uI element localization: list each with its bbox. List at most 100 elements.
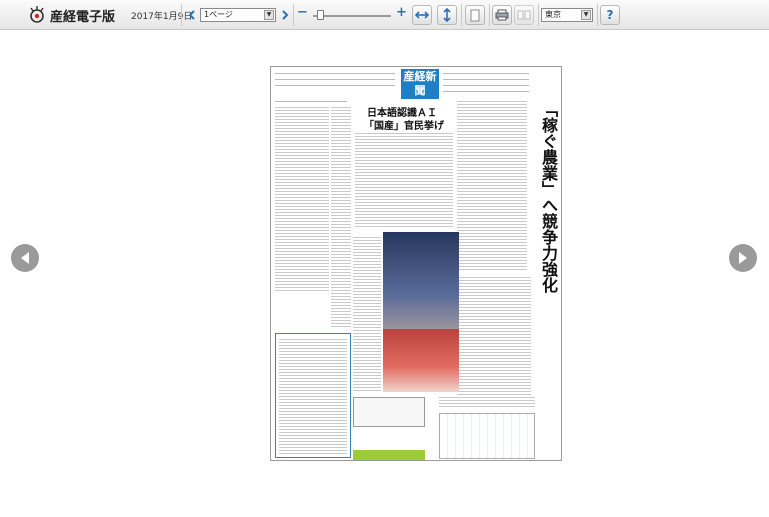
text-line: [457, 316, 531, 317]
text-line: [275, 173, 329, 174]
text-line: [275, 263, 329, 264]
toolbar-divider: [293, 4, 294, 26]
text-line: [457, 254, 527, 255]
sankei-logo-icon: [28, 6, 46, 24]
app-logo[interactable]: 産経電子版: [28, 4, 115, 26]
text-line: [275, 140, 329, 141]
text-line: [457, 143, 527, 144]
text-line: [457, 161, 527, 162]
text-line: [457, 134, 527, 135]
zoom-slider-track[interactable]: [313, 15, 391, 17]
fit-width-icon[interactable]: [412, 5, 432, 25]
fit-height-icon[interactable]: [437, 5, 457, 25]
arrow-left-icon[interactable]: [11, 244, 39, 272]
text-line: [355, 223, 453, 224]
text-line: [353, 258, 381, 259]
text-line: [353, 312, 381, 313]
text-line: [275, 143, 329, 144]
text-line: [353, 240, 381, 241]
weather-table: [439, 413, 535, 459]
text-line: [275, 179, 329, 180]
newspaper-page[interactable]: 産経新聞 日本語認識ＡＩ 「国産」官民挙げ 「稼ぐ農業」へ競争力強化: [270, 66, 562, 461]
text-line: [331, 110, 351, 111]
text-line: [457, 277, 531, 278]
text-line: [457, 212, 527, 213]
text-line: [275, 116, 329, 117]
text-line: [457, 119, 527, 120]
text-line: [331, 224, 351, 225]
text-line: [457, 295, 531, 296]
text-line: [457, 128, 527, 129]
text-line: [331, 221, 351, 222]
text-line: [275, 158, 329, 159]
double-page-icon[interactable]: [514, 5, 534, 25]
text-line: [457, 331, 531, 332]
text-line: [331, 287, 351, 288]
text-line: [331, 314, 351, 315]
text-line: [331, 146, 351, 147]
text-line: [331, 191, 351, 192]
text-line: [353, 360, 381, 361]
text-line: [275, 287, 329, 288]
text-line: [331, 293, 351, 294]
text-line: [275, 236, 329, 237]
text-line: [355, 148, 453, 149]
app-title: 産経電子版: [50, 9, 116, 25]
region-select[interactable]: 東京 ▼: [541, 8, 593, 22]
text-line: [457, 337, 531, 338]
text-line: [331, 164, 351, 165]
text-line: [457, 191, 527, 192]
chevron-down-icon[interactable]: ▼: [581, 10, 591, 20]
text-line: [353, 366, 381, 367]
text-line: [275, 146, 329, 147]
text-line: [275, 266, 329, 267]
text-line: [457, 394, 531, 395]
page-select[interactable]: 1ページ ▼: [200, 8, 276, 22]
text-line: [457, 391, 531, 392]
toolbar-divider: [489, 4, 490, 26]
text-line: [275, 110, 329, 111]
text-line: [331, 278, 351, 279]
text-line: [457, 361, 531, 362]
text-line: [353, 288, 381, 289]
text-line: [353, 381, 381, 382]
text-line: [331, 119, 351, 120]
text-line: [353, 336, 381, 337]
text-line: [275, 203, 329, 204]
help-button[interactable]: ?: [600, 5, 620, 25]
text-line: [331, 245, 351, 246]
print-icon[interactable]: [492, 5, 512, 25]
text-line: [457, 125, 527, 126]
text-line: [331, 188, 351, 189]
zoom-out-button[interactable]: −: [297, 5, 308, 20]
chevron-down-icon[interactable]: ▼: [264, 10, 274, 20]
text-line: [457, 343, 531, 344]
zoom-slider-thumb[interactable]: [317, 10, 324, 20]
text-line: [275, 230, 329, 231]
text-line: [331, 260, 351, 261]
text-line: [275, 182, 329, 183]
text-line: [331, 149, 351, 150]
chevron-left-icon[interactable]: [183, 6, 201, 24]
text-line: [331, 227, 351, 228]
single-page-icon[interactable]: [465, 5, 485, 25]
text-line: [331, 251, 351, 252]
text-line: [331, 116, 351, 117]
text-line: [355, 133, 453, 134]
text-line: [331, 155, 351, 156]
text-line: [457, 310, 531, 311]
zoom-in-button[interactable]: +: [396, 5, 407, 20]
text-line: [355, 175, 453, 176]
text-line: [275, 215, 329, 216]
text-line: [457, 257, 527, 258]
advertisement-band: [353, 450, 425, 460]
text-line: [353, 378, 381, 379]
text-line: [355, 142, 453, 143]
text-line: [353, 315, 381, 316]
arrow-right-icon[interactable]: [729, 244, 757, 272]
text-line: [457, 206, 527, 207]
text-line: [331, 257, 351, 258]
text-line: [457, 146, 527, 147]
chevron-right-icon[interactable]: [276, 6, 294, 24]
text-line: [457, 325, 531, 326]
